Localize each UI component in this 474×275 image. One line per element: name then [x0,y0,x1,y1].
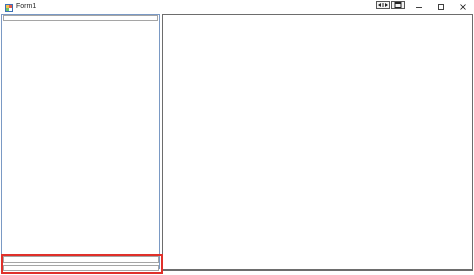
minimize-button[interactable] [408,0,430,14]
title-bar[interactable]: Form1 [0,0,474,14]
winforms-app-icon [5,3,13,12]
window-restore-icon[interactable] [391,1,405,9]
split-arrows-icon[interactable] [376,1,390,9]
close-button[interactable] [452,0,474,14]
highlight-box [1,254,163,274]
right-content-panel[interactable] [162,14,473,270]
close-icon [460,4,466,10]
window-title: Form1 [16,3,37,10]
left-list-panel[interactable] [1,14,160,269]
minimize-icon [416,7,422,8]
form1-window: Form1 [0,0,474,275]
maximize-button[interactable] [430,0,452,14]
form-client-area [0,14,474,275]
left-top-input[interactable] [3,15,158,21]
maximize-icon [438,4,444,10]
right-panel-bottom-edge [162,270,473,271]
